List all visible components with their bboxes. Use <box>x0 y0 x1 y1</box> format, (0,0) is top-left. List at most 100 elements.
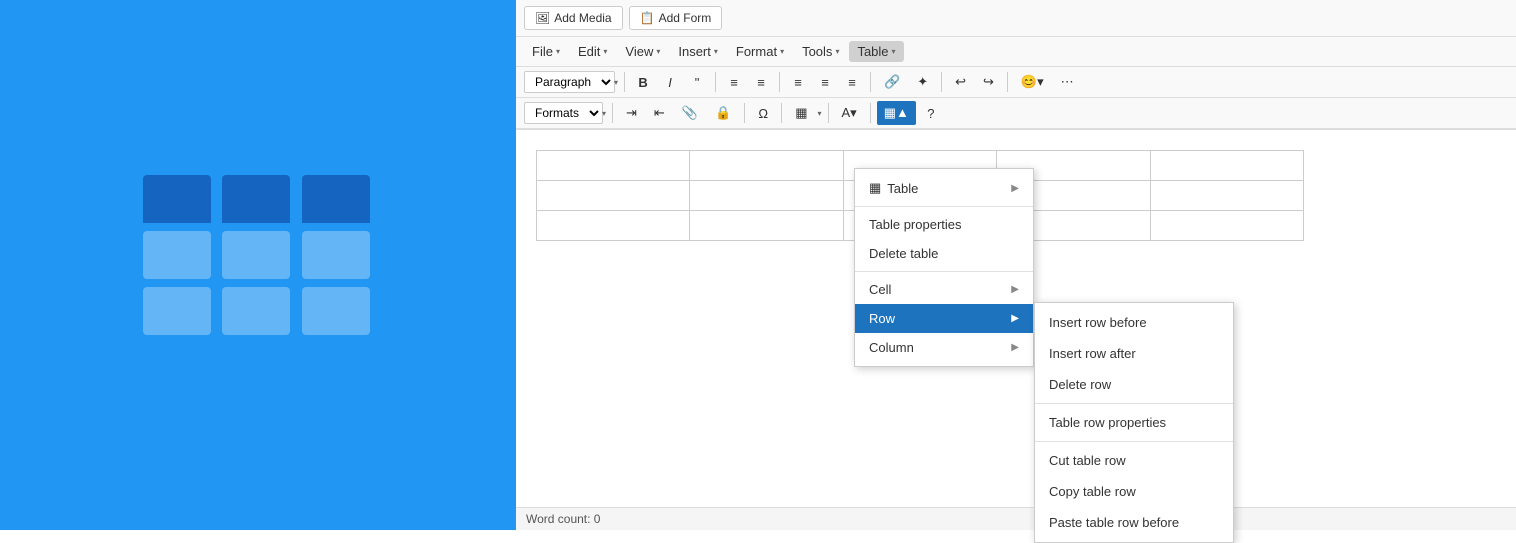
table-row <box>537 181 1304 211</box>
table-grid-button[interactable]: ▦ <box>788 101 814 125</box>
table-cell[interactable] <box>537 181 690 211</box>
paste-special-button[interactable]: 📎 <box>675 101 705 125</box>
table-cell[interactable] <box>997 211 1150 241</box>
chevron-down-icon: ▾ <box>603 47 607 56</box>
editor-content[interactable] <box>516 130 1516 530</box>
table-cell[interactable] <box>1150 211 1303 241</box>
table-cell[interactable] <box>843 151 996 181</box>
table-cell[interactable] <box>1150 151 1303 181</box>
menu-table-label: Table <box>857 44 888 59</box>
table-icon-cell <box>302 231 370 279</box>
table-icon-cell <box>143 231 211 279</box>
indent-button[interactable]: ⇥ <box>619 101 644 125</box>
toolbar-separator <box>744 103 745 123</box>
editor-table <box>536 150 1304 241</box>
menu-edit[interactable]: Edit ▾ <box>570 41 615 62</box>
unordered-list-button[interactable]: ≡ <box>722 71 746 94</box>
table-row <box>537 211 1304 241</box>
menu-tools[interactable]: Tools ▾ <box>794 41 847 62</box>
quote-button[interactable]: " <box>685 71 709 94</box>
table-icon-cell <box>222 287 290 335</box>
table-icon-cell <box>143 287 211 335</box>
align-left-button[interactable]: ≡ <box>786 71 810 94</box>
menu-tools-label: Tools <box>802 44 832 59</box>
table-button-active[interactable]: ▦▲ <box>877 101 916 125</box>
ordered-list-button[interactable]: ≡ <box>749 71 773 94</box>
chevron-down-icon: ▾ <box>835 47 839 56</box>
add-media-icon: 🖼 <box>535 11 550 25</box>
table-cell[interactable] <box>843 181 996 211</box>
redo-button[interactable]: ↪ <box>976 70 1001 94</box>
menu-format[interactable]: Format ▾ <box>728 41 792 62</box>
add-media-label: Add Media <box>554 11 611 25</box>
menu-insert[interactable]: Insert ▾ <box>670 41 726 62</box>
help-button[interactable]: ? <box>919 102 943 125</box>
menu-format-label: Format <box>736 44 777 59</box>
toolbar-separator <box>870 72 871 92</box>
word-count-label: Word count: 0 <box>526 512 600 526</box>
chevron-down-icon: ▾ <box>656 47 660 56</box>
bold-button[interactable]: B <box>631 71 655 94</box>
link-button[interactable]: 🔗 <box>877 70 907 94</box>
table-icon-cell <box>222 231 290 279</box>
outdent-button[interactable]: ⇤ <box>647 101 672 125</box>
formatting-toolbar: Paragraph ▾ B I " ≡ ≡ ≡ ≡ ≡ 🔗 ✦ ↩ ↪ 😊▾ ⋯ <box>516 67 1516 98</box>
chevron-down-icon: ▾ <box>818 109 822 118</box>
formats-select[interactable]: Formats <box>524 102 603 124</box>
add-form-button[interactable]: 📋 Add Form <box>629 6 723 30</box>
table-cell[interactable] <box>690 151 843 181</box>
toolbar-separator <box>1007 72 1008 92</box>
toolbar-row1: 🖼 Add Media 📋 Add Form <box>516 0 1516 37</box>
chevron-down-icon: ▾ <box>780 47 784 56</box>
table-cell[interactable] <box>690 181 843 211</box>
table-cell[interactable] <box>690 211 843 241</box>
editor-area: 🖼 Add Media 📋 Add Form File ▾ Edit ▾ Vie… <box>516 0 1516 530</box>
table-cell[interactable] <box>1150 181 1303 211</box>
table-illustration <box>143 175 373 355</box>
toolbar-separator <box>828 103 829 123</box>
align-right-button[interactable]: ≡ <box>840 71 864 94</box>
add-form-label: Add Form <box>659 11 712 25</box>
menu-file-label: File <box>532 44 553 59</box>
special-button[interactable]: ✦ <box>910 70 935 94</box>
word-count-bar: Word count: 0 <box>516 507 1516 530</box>
chevron-down-icon: ▾ <box>614 78 618 87</box>
table-cell[interactable] <box>997 151 1150 181</box>
left-panel <box>0 0 516 530</box>
table-cell[interactable] <box>537 211 690 241</box>
table-icon-cell <box>143 175 211 223</box>
toolbar-separator <box>779 72 780 92</box>
menu-edit-label: Edit <box>578 44 600 59</box>
chevron-down-icon: ▾ <box>556 47 560 56</box>
special-chars-button[interactable]: Ω <box>751 102 775 125</box>
menu-table[interactable]: Table ▾ <box>849 41 903 62</box>
italic-button[interactable]: I <box>658 71 682 94</box>
menu-view[interactable]: View ▾ <box>617 41 668 62</box>
menubar: File ▾ Edit ▾ View ▾ Insert ▾ Format ▾ T… <box>516 37 1516 67</box>
lock-button[interactable]: 🔒 <box>708 101 738 125</box>
add-media-button[interactable]: 🖼 Add Media <box>524 6 623 30</box>
toolbar-separator <box>624 72 625 92</box>
paragraph-select[interactable]: Paragraph <box>524 71 615 93</box>
table-row <box>537 151 1304 181</box>
add-form-icon: 📋 <box>640 11 655 25</box>
toolbar-separator <box>612 103 613 123</box>
toolbar-separator <box>715 72 716 92</box>
table-cell[interactable] <box>843 211 996 241</box>
toolbar-separator <box>870 103 871 123</box>
menu-view-label: View <box>625 44 653 59</box>
chevron-down-icon: ▾ <box>602 109 606 118</box>
table-icon-cell <box>302 175 370 223</box>
formatting-toolbar2: Formats ▾ ⇥ ⇤ 📎 🔒 Ω ▦ ▾ A▾ ▦▲ ? <box>516 98 1516 130</box>
table-cell[interactable] <box>537 151 690 181</box>
emoji-button[interactable]: 😊▾ <box>1014 70 1051 94</box>
align-center-button[interactable]: ≡ <box>813 71 837 94</box>
more-button[interactable]: ⋯ <box>1054 70 1081 94</box>
menu-file[interactable]: File ▾ <box>524 41 568 62</box>
menu-insert-label: Insert <box>678 44 711 59</box>
table-cell[interactable] <box>997 181 1150 211</box>
font-color-button[interactable]: A▾ <box>835 101 864 125</box>
chevron-down-icon: ▾ <box>714 47 718 56</box>
undo-button[interactable]: ↩ <box>948 70 973 94</box>
table-icon-cell <box>222 175 290 223</box>
